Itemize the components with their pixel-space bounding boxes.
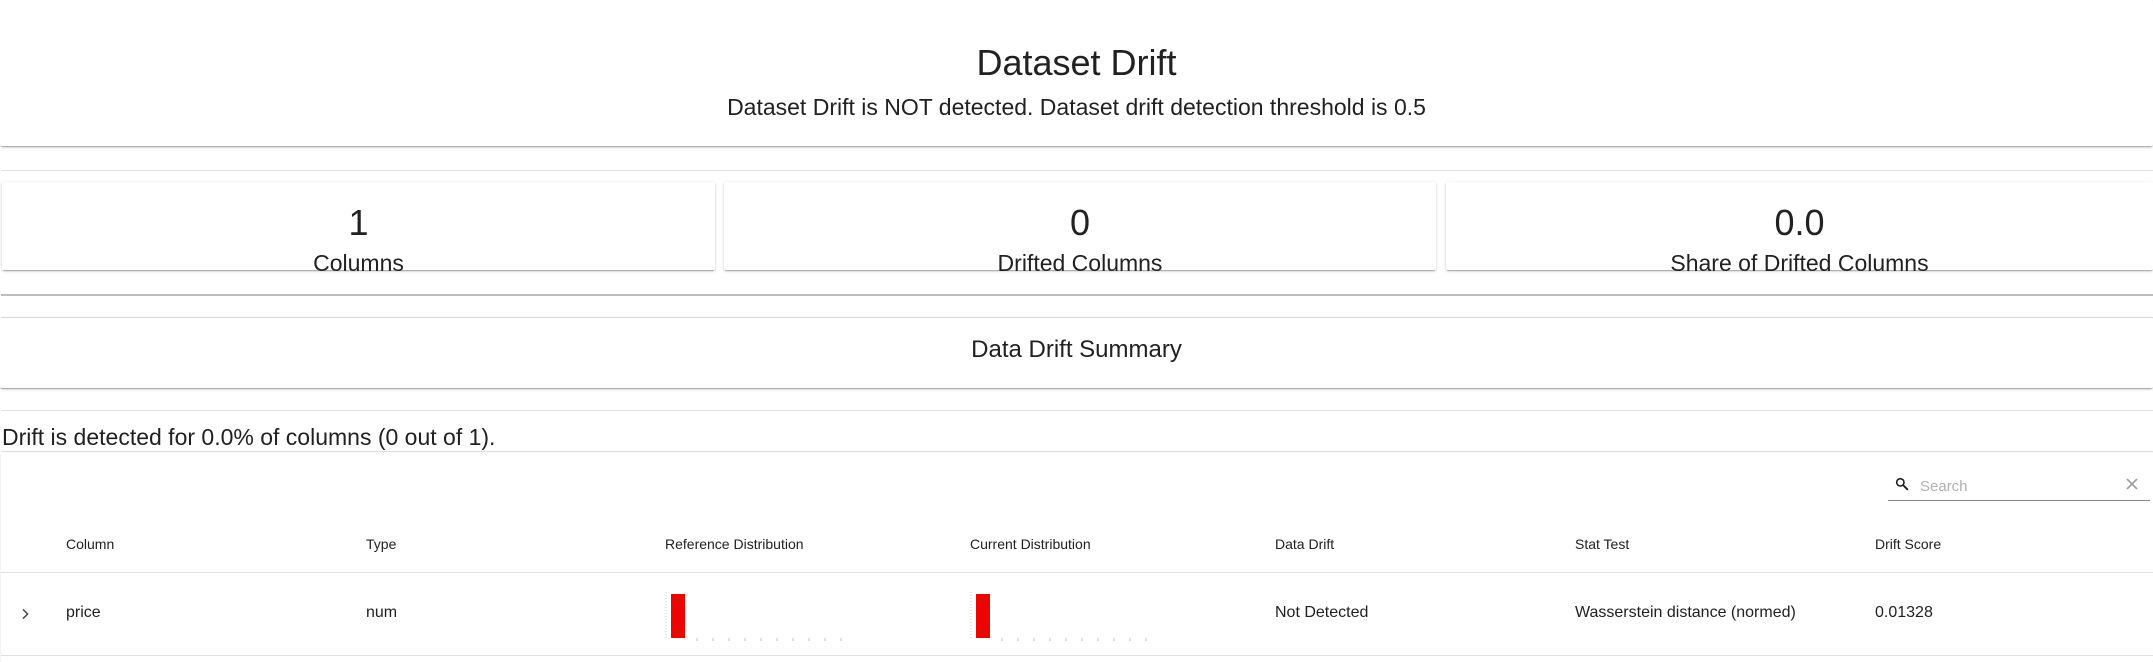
column-header-current-distribution[interactable]: Current Distribution [970, 536, 1091, 552]
page-subtitle: Dataset Drift is NOT detected. Dataset d… [727, 94, 1426, 120]
metric-card-drifted-columns: 0 Drifted Columns [724, 182, 1436, 276]
histogram-bar [976, 594, 990, 638]
column-header-drift-score[interactable]: Drift Score [1875, 536, 1941, 552]
search-icon [1895, 477, 1909, 491]
column-header-stat-test[interactable]: Stat Test [1575, 536, 1629, 552]
column-header-data-drift[interactable]: Data Drift [1275, 536, 1334, 552]
drift-summary-text: Drift is detected for 0.0% of columns (0… [2, 424, 496, 450]
cell-data-drift: Not Detected [1275, 604, 1369, 621]
section-title: Data Drift Summary [971, 336, 1182, 363]
metric-value: 0 [1069, 202, 1091, 243]
cell-drift-score: 0.01328 [1875, 604, 1933, 621]
summary-title-card: Data Drift Summary [0, 318, 2153, 388]
reference-distribution-histogram [665, 592, 842, 641]
histogram-bar [671, 594, 685, 638]
search-bar[interactable] [1888, 470, 2150, 501]
column-header-type[interactable]: Type [366, 536, 396, 552]
page-title: Dataset Drift [976, 42, 1177, 83]
divider [1, 410, 2153, 411]
metric-label: Columns [313, 250, 404, 276]
table-header-divider [1, 572, 2153, 573]
divider [1, 170, 2153, 171]
metric-label: Share of Drifted Columns [1670, 250, 1929, 276]
column-header-reference-distribution[interactable]: Reference Distribution [665, 536, 804, 552]
metric-card-columns: 1 Columns [2, 182, 715, 276]
divider [1, 294, 2153, 296]
cell-column: price [66, 604, 101, 621]
close-icon[interactable] [2122, 474, 2142, 494]
metric-value: 0.0 [1774, 202, 1825, 243]
column-header-column[interactable]: Column [66, 536, 114, 552]
search-input[interactable] [1918, 474, 2112, 498]
cell-stat-test: Wasserstein distance (normed) [1575, 604, 1796, 621]
metric-label: Drifted Columns [997, 250, 1163, 276]
metric-value: 1 [348, 202, 369, 243]
chevron-right-icon[interactable] [17, 606, 33, 622]
table-row-divider [1, 655, 2153, 656]
cell-type: num [366, 604, 398, 621]
metric-card-share-drifted: 0.0 Share of Drifted Columns [1446, 182, 2153, 276]
current-distribution-histogram [970, 592, 1147, 641]
